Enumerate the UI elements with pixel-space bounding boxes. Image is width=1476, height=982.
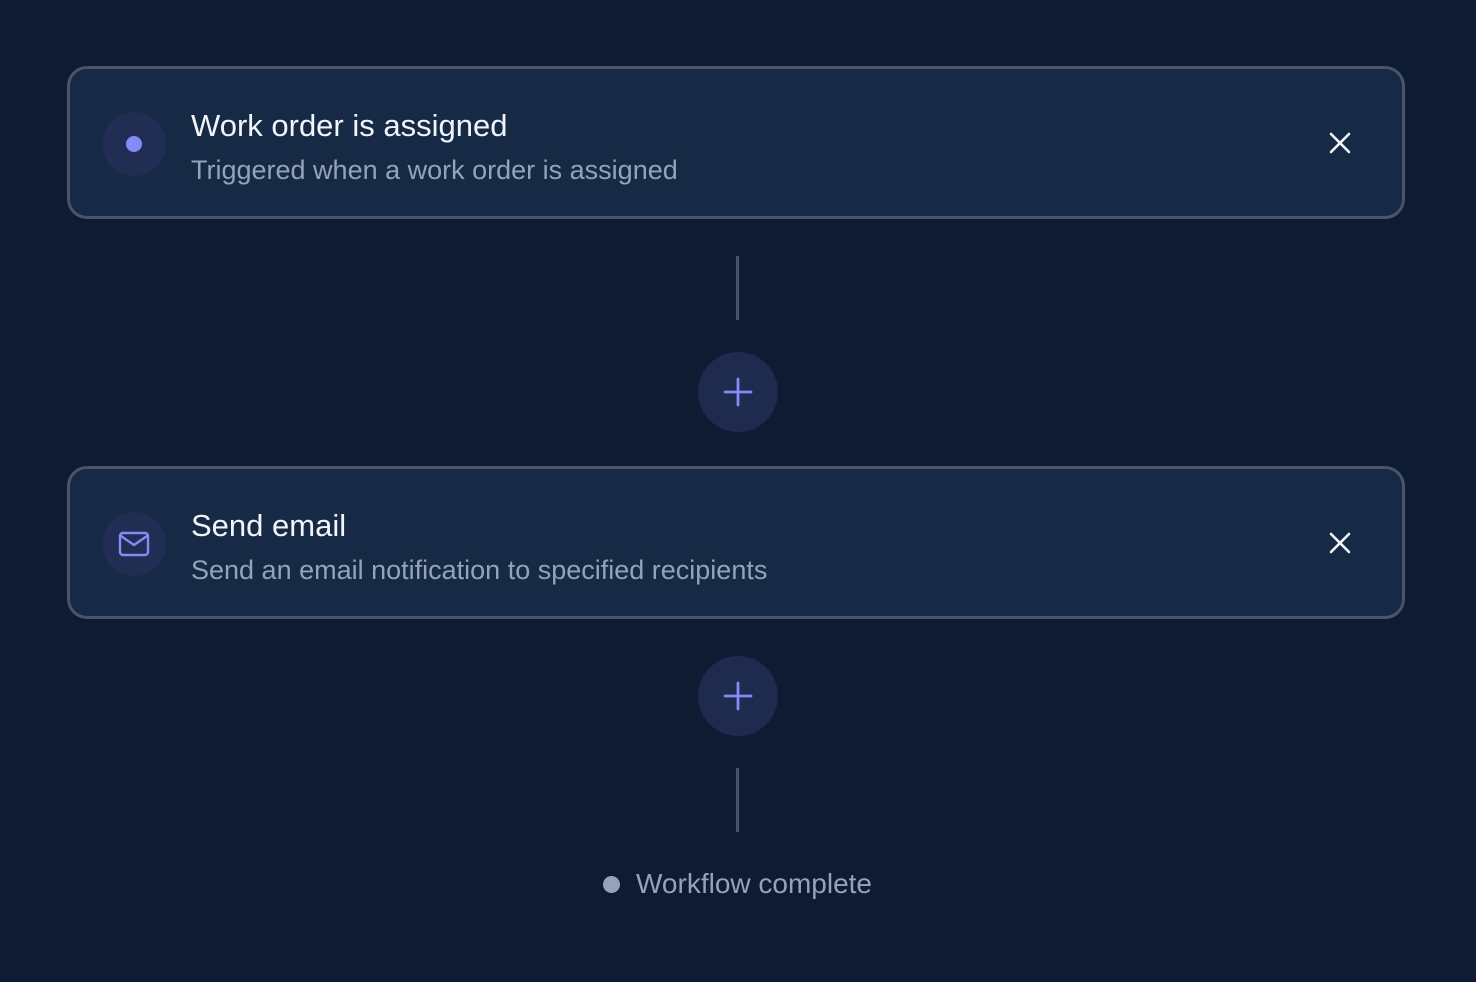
step-description: Triggered when a work order is assigned	[191, 155, 678, 185]
plus-icon	[723, 377, 753, 407]
close-icon	[1329, 532, 1351, 554]
action-step-card[interactable]: Send email Send an email notification to…	[67, 466, 1405, 619]
close-icon	[1329, 132, 1351, 154]
workflow-canvas: Work order is assigned Triggered when a …	[0, 0, 1476, 982]
connector-line	[736, 768, 739, 832]
status-dot-icon	[603, 875, 620, 893]
dot-icon	[102, 112, 166, 176]
connector-line	[736, 256, 739, 320]
remove-step-button[interactable]	[1318, 121, 1362, 165]
mail-icon	[102, 512, 166, 576]
step-title: Work order is assigned	[191, 108, 508, 143]
plus-icon	[723, 681, 753, 711]
step-title: Send email	[191, 508, 347, 543]
remove-step-button[interactable]	[1318, 521, 1362, 565]
add-step-button[interactable]	[698, 352, 778, 432]
add-step-button[interactable]	[698, 656, 778, 736]
step-description: Send an email notification to specified …	[191, 555, 768, 585]
workflow-complete-label: Workflow complete	[636, 868, 873, 899]
workflow-end-marker: Workflow complete	[603, 866, 872, 902]
trigger-step-card[interactable]: Work order is assigned Triggered when a …	[67, 66, 1405, 219]
